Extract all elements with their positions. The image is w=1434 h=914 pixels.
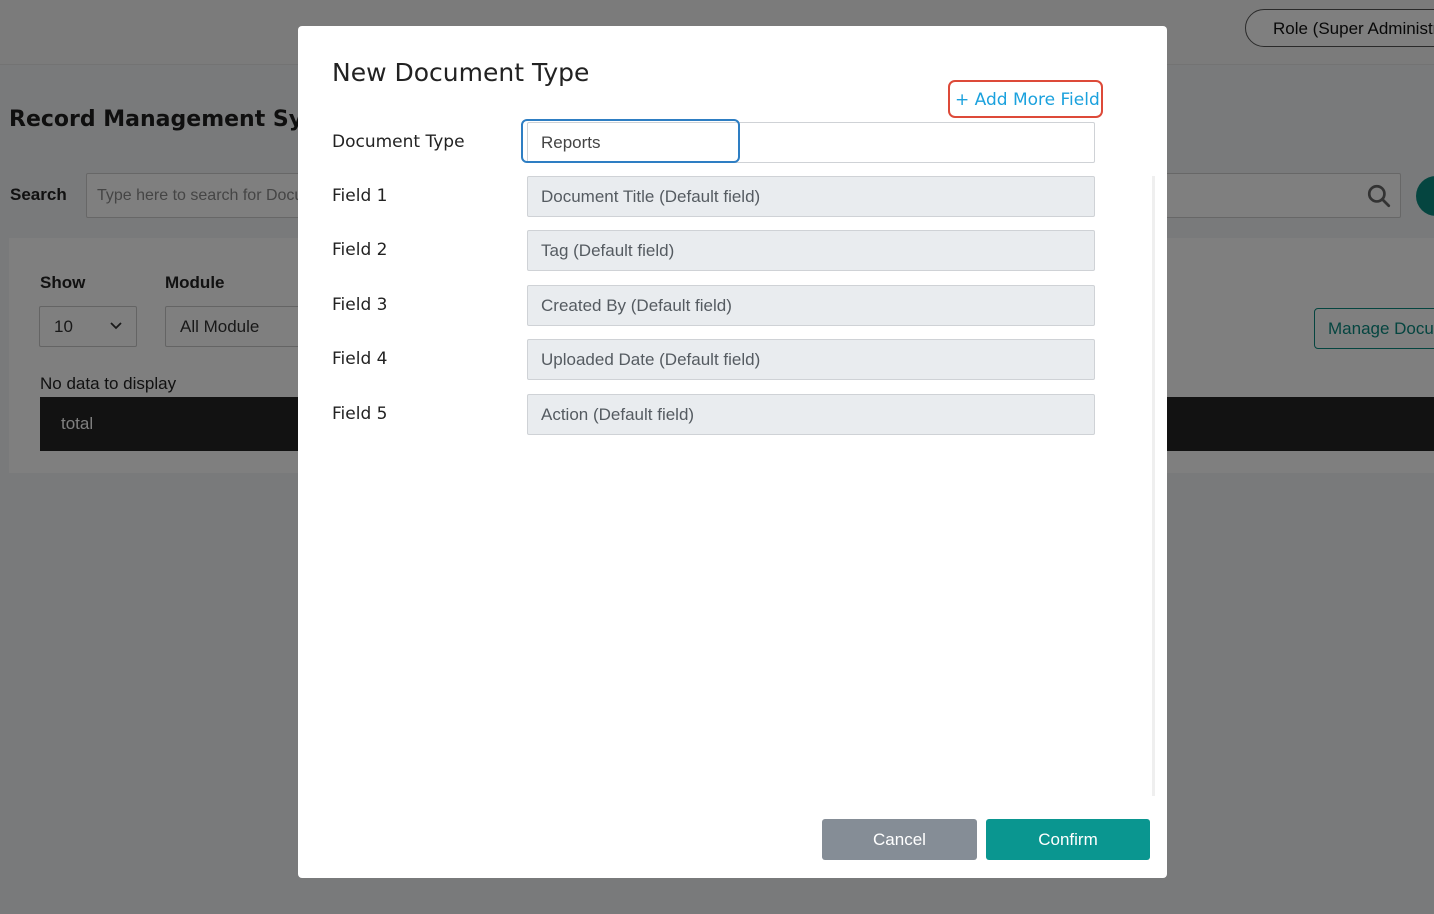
dialog-title: New Document Type [332,58,590,87]
cancel-button[interactable]: Cancel [822,819,977,860]
field-5-input: Action (Default field) [527,394,1095,435]
field-1-input: Document Title (Default field) [527,176,1095,217]
field-2-input: Tag (Default field) [527,230,1095,271]
confirm-button[interactable]: Confirm [986,819,1150,860]
field-3-input: Created By (Default field) [527,285,1095,326]
document-type-label: Document Type [332,132,465,152]
new-document-type-dialog: New Document Type + Add More Field Docum… [298,26,1167,878]
field-2-label: Field 2 [332,240,388,260]
add-more-field-link[interactable]: + Add More Field [948,80,1103,118]
field-4-input: Uploaded Date (Default field) [527,339,1095,380]
field-5-label: Field 5 [332,404,388,424]
document-type-input[interactable]: Reports [527,122,1095,163]
field-4-label: Field 4 [332,349,388,369]
field-1-label: Field 1 [332,186,388,206]
field-3-label: Field 3 [332,295,388,315]
scrollbar[interactable] [1152,176,1155,796]
